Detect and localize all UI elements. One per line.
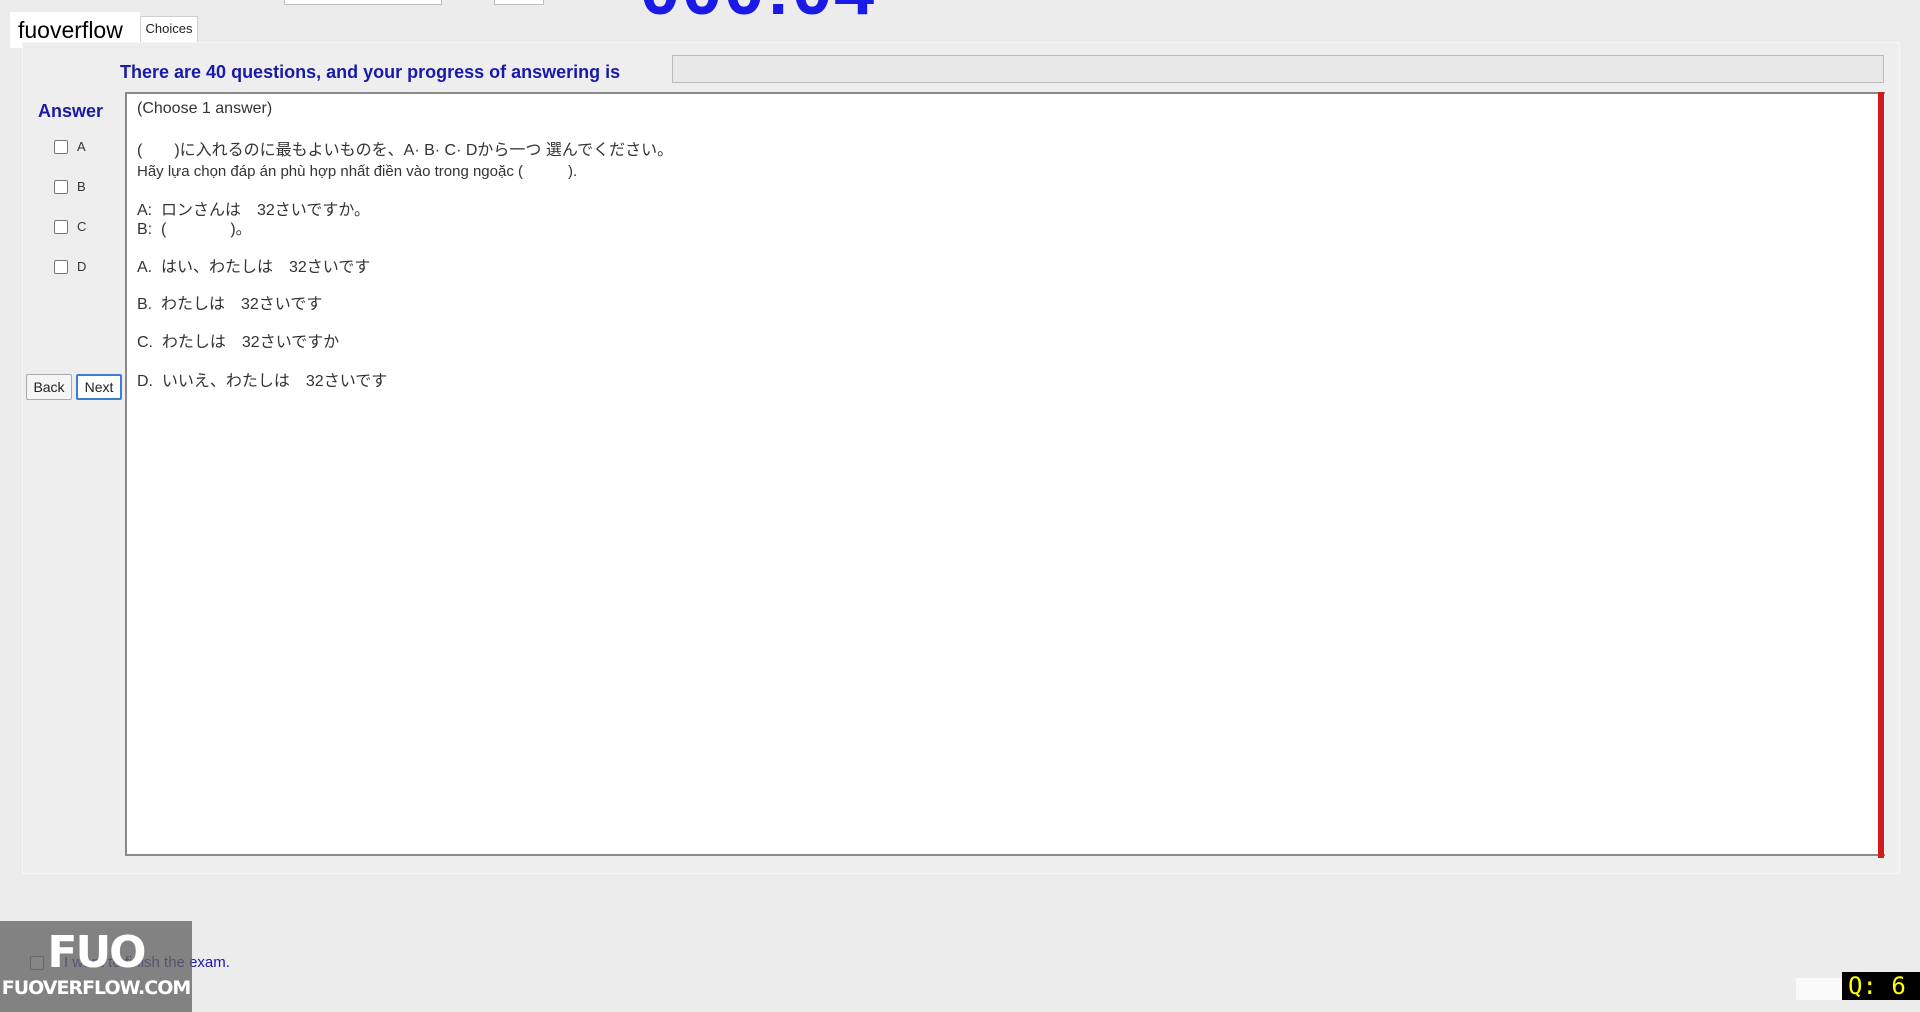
next-button[interactable]: Next [76, 374, 122, 400]
choice-c: C. わたしは 32さいですか [137, 334, 340, 351]
answer-checkbox-a[interactable] [54, 139, 68, 154]
progress-label: There are 40 questions, and your progres… [120, 62, 621, 82]
fuoverflow-watermark-logo: FUO FUOVERFLOW.COM [0, 921, 192, 1012]
countdown-timer: 000:04 [640, 0, 876, 26]
answer-checkbox-c[interactable] [54, 219, 68, 234]
answer-option-a[interactable]: A [54, 139, 86, 154]
answer-option-label: A [77, 139, 86, 154]
answer-checkbox-d[interactable] [54, 259, 68, 274]
dialog-line-b: B: ( )。 [137, 221, 252, 238]
answer-option-label: D [77, 259, 87, 274]
tab-choices[interactable]: Choices [140, 16, 198, 42]
answer-option-label: C [77, 219, 87, 234]
question-content-box[interactable]: (Choose 1 answer) ( )に入れるのに最もよいものを、A· B·… [125, 92, 1885, 856]
watermark-site-text: FUOVERFLOW.COM [1, 977, 192, 999]
status-chip [1796, 978, 1842, 1000]
scrollbar-red-marker [1878, 92, 1884, 858]
choice-d: D. いいえ、わたしは 32さいです [137, 373, 388, 390]
top-spinner-clip[interactable] [494, 0, 544, 5]
answer-title: Answer [38, 101, 104, 121]
question-prompt-vi: Hãy lựa chọn đáp án phù hợp nhất điền và… [137, 163, 578, 180]
watermark-logo-text: FUO [47, 927, 146, 978]
answer-option-d[interactable]: D [54, 259, 86, 274]
progress-bar [672, 55, 1884, 83]
question-prompt-jp: ( )に入れるのに最もよいものを、A· B· C· Dから一つ 選んでください。 [137, 142, 674, 159]
answer-checkbox-b[interactable] [54, 179, 68, 194]
question-instruction: (Choose 1 answer) [137, 100, 273, 117]
question-counter-badge: Q: 6 [1842, 972, 1920, 1000]
back-button[interactable]: Back [26, 374, 72, 400]
top-combobox-clip[interactable] [284, 0, 442, 5]
choice-b: B. わたしは 32さいです [137, 296, 323, 313]
answer-option-c[interactable]: C [54, 219, 86, 234]
choice-a: A. はい、わたしは 32さいです [137, 259, 371, 276]
answer-option-b[interactable]: B [54, 179, 86, 194]
answer-option-label: B [77, 179, 86, 194]
